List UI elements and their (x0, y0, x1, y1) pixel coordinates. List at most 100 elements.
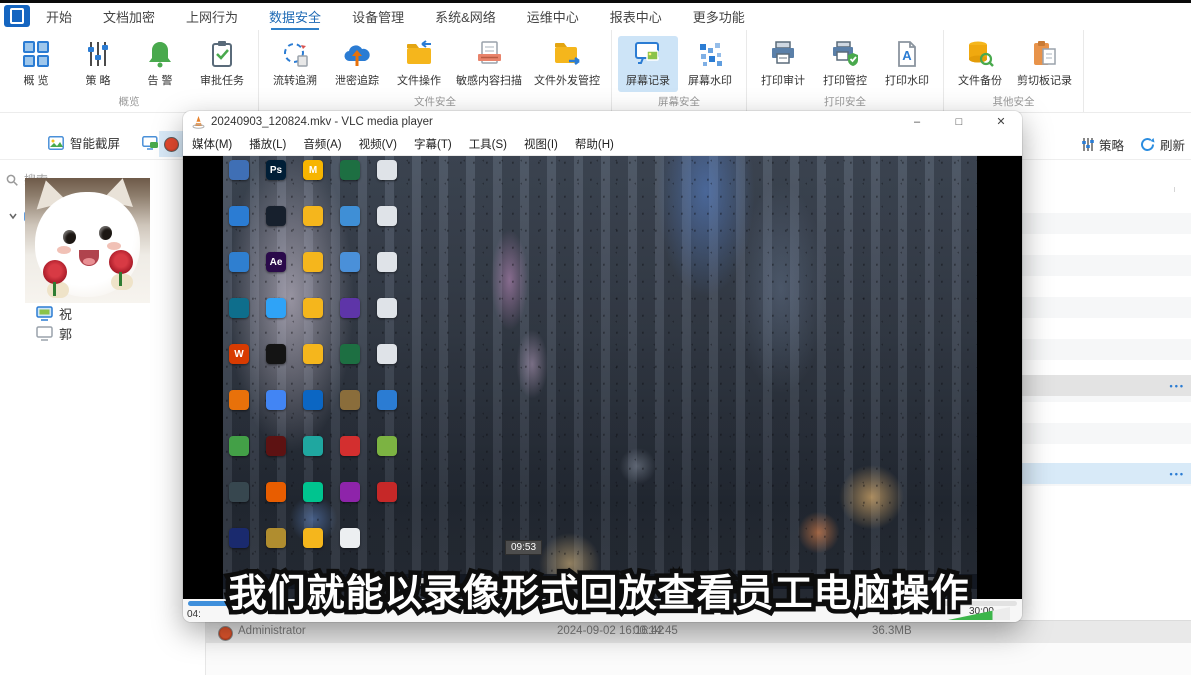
chevron-down-icon[interactable] (8, 211, 18, 221)
tree-item-device[interactable]: 祝 (36, 304, 72, 323)
menu-tab[interactable]: 设备管理 (352, 3, 404, 30)
vlc-menu-item[interactable]: 字幕(T) (414, 136, 452, 152)
vlc-menu-item[interactable]: 工具(S) (469, 136, 507, 152)
clipboard-doc-icon (1030, 39, 1060, 69)
ribbon-item-screen-watermark[interactable]: 屏幕水印 (680, 36, 740, 92)
ribbon-group-file-security: 流转追溯 泄密追踪 文件操作 敏感内容扫描 文件外发管控 文件安全 (259, 30, 612, 112)
desktop-icon (303, 252, 323, 272)
tree-item-label: 祝 (59, 304, 72, 323)
desktop-icon (377, 390, 397, 410)
vlc-window: 20240903_120824.mkv - VLC media player –… (183, 111, 1022, 622)
desktop-icon (266, 298, 286, 318)
rose-icon (109, 250, 133, 274)
ribbon-item-file-backup[interactable]: 文件备份 (950, 36, 1010, 92)
ribbon-item-leak-track[interactable]: 泄密追踪 (327, 36, 387, 92)
printer-shield-icon (830, 39, 860, 69)
ribbon-item-alerts[interactable]: 告 警 (130, 36, 190, 92)
monitor-chat-icon (142, 136, 159, 150)
vlc-menu-item[interactable]: 视频(V) (359, 136, 397, 152)
vlc-titlebar[interactable]: 20240903_120824.mkv - VLC media player –… (183, 111, 1022, 133)
desktop-icon (303, 390, 323, 410)
ribbon-item-print-audit[interactable]: 打印审计 (753, 36, 813, 92)
desktop-icon (340, 252, 360, 272)
sliders-icon (1081, 138, 1094, 151)
ribbon-item-content-scan[interactable]: 敏感内容扫描 (451, 36, 527, 92)
smart-screenshot-button[interactable]: 智能截屏 (48, 133, 120, 152)
desktop-icon (266, 344, 286, 364)
tree-item-label: 郭 (59, 324, 72, 343)
ribbon-item-print-control[interactable]: 打印管控 (815, 36, 875, 92)
ribbon-item-policy[interactable]: 策 略 (68, 36, 128, 92)
folder-send-icon (552, 39, 582, 69)
recorded-desktop-icons: PsMAeW (229, 160, 399, 574)
desktop-icon (377, 344, 397, 364)
refresh-icon (1140, 137, 1155, 152)
monitor-online-icon (36, 306, 53, 321)
minimize-button[interactable]: – (896, 111, 938, 133)
vlc-video-area[interactable]: PsMAeW 09:53 (183, 156, 1022, 599)
desktop-icon (340, 160, 360, 180)
policy-button[interactable]: 策略 (1081, 135, 1124, 154)
vlc-menu-item[interactable]: 音频(A) (303, 136, 341, 152)
video-caption: 我们就能以录像形式回放查看员工电脑操作 我们就能以录像形式回放查看员工电脑操作 (186, 569, 1012, 621)
maximize-button[interactable]: □ (938, 111, 980, 133)
ribbon-item-overview[interactable]: 概 览 (6, 36, 66, 92)
desktop-icon: Ps (266, 160, 286, 180)
app-menubar: 开始 文档加密 上网行为 数据安全 设备管理 系统&网络 运维中心 报表中心 更多功能 (0, 3, 1191, 30)
window-controls: – □ ✕ (896, 111, 1022, 133)
desktop-icon (266, 206, 286, 226)
vlc-menu-item[interactable]: 帮助(H) (575, 136, 614, 152)
vlc-title: 20240903_120824.mkv - VLC media player (211, 116, 433, 128)
desktop-icon (303, 206, 323, 226)
pixel-watermark-icon (695, 39, 725, 69)
database-search-icon (965, 39, 995, 69)
cycle-trace-icon (280, 39, 310, 69)
vlc-menu-item[interactable]: 视图(I) (524, 136, 558, 152)
cloud-upload-icon (342, 39, 372, 69)
table-footer-space (205, 643, 1191, 675)
document-scan-icon (474, 39, 504, 69)
ribbon-item-screen-recording[interactable]: 屏幕记录 (618, 36, 678, 92)
menu-tab[interactable]: 报表中心 (610, 3, 662, 30)
search-icon (6, 174, 18, 186)
ribbon-group-label: 文件安全 (261, 92, 609, 112)
desktop-icon (340, 344, 360, 364)
menu-tab[interactable]: 开始 (46, 3, 72, 30)
menu-tab[interactable]: 运维中心 (527, 3, 579, 30)
refresh-button[interactable]: 刷新 (1140, 135, 1185, 154)
menu-tab[interactable]: 数据安全 (269, 3, 321, 30)
menu-tab[interactable]: 更多功能 (693, 3, 745, 30)
ribbon-item-file-ops[interactable]: 文件操作 (389, 36, 449, 92)
ribbon-item-clipboard-record[interactable]: 剪切板记录 (1012, 36, 1077, 92)
record-dot-icon (164, 137, 179, 152)
menu-tab[interactable]: 文档加密 (103, 3, 155, 30)
tree-item-device[interactable]: 郭 (36, 324, 72, 343)
seek-tooltip: 09:53 (505, 540, 542, 555)
desktop-icon (340, 298, 360, 318)
row-more-icon[interactable]: ••• (1170, 469, 1185, 479)
ribbon-item-approval-tasks[interactable]: 审批任务 (192, 36, 252, 92)
close-button[interactable]: ✕ (980, 111, 1022, 133)
desktop-icon (303, 344, 323, 364)
desktop-icon (229, 436, 249, 456)
desktop-icon (340, 528, 360, 548)
desktop-icon: M (303, 160, 323, 180)
vlc-cone-icon (192, 115, 205, 129)
ribbon-item-file-outgoing-control[interactable]: 文件外发管控 (529, 36, 605, 92)
ribbon-group-overview: 概 览 策 略 告 警 审批任务 概览 (0, 30, 259, 112)
desktop-icon (266, 482, 286, 502)
row-more-icon[interactable]: ••• (1170, 381, 1185, 391)
panel-actions: 策略 刷新 (1081, 135, 1185, 154)
ribbon-group-label: 概览 (2, 92, 256, 112)
vlc-menu-item[interactable]: 播放(L) (249, 136, 286, 152)
ribbon-item-flow-trace[interactable]: 流转追溯 (265, 36, 325, 92)
ribbon-group-other-security: 文件备份 剪切板记录 其他安全 (944, 30, 1084, 112)
ribbon-item-print-watermark[interactable]: A 打印水印 (877, 36, 937, 92)
vlc-menu-item[interactable]: 媒体(M) (192, 136, 232, 152)
menu-tab[interactable]: 上网行为 (186, 3, 238, 30)
menu-list: 开始 文档加密 上网行为 数据安全 设备管理 系统&网络 运维中心 报表中心 更多功能 (46, 3, 745, 30)
table-row-recording[interactable]: Administrator 2024-09-02 16:16:42 00:14:… (205, 620, 1191, 644)
ribbon-group-label: 其他安全 (946, 92, 1081, 112)
app-logo[interactable] (4, 5, 30, 27)
menu-tab[interactable]: 系统&网络 (435, 3, 496, 30)
